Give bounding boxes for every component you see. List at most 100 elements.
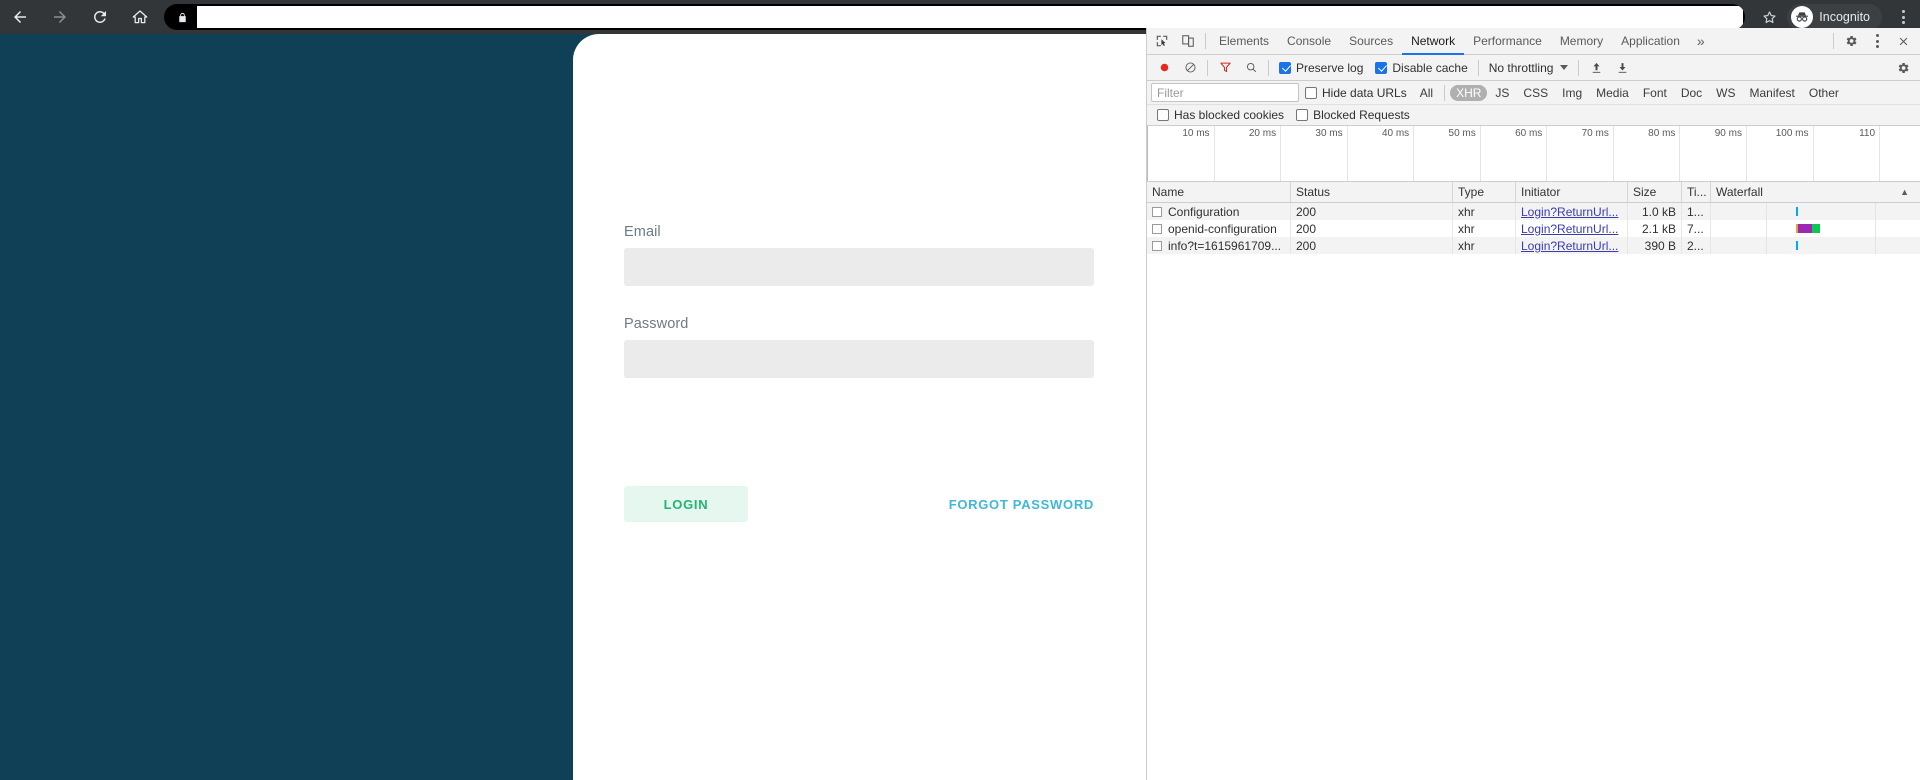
divider: [1205, 33, 1206, 49]
overview-tick-label: 70 ms: [1581, 128, 1609, 139]
filter-type-doc[interactable]: Doc: [1675, 85, 1708, 101]
cell-status: 200: [1291, 237, 1453, 254]
filter-input[interactable]: [1151, 83, 1299, 102]
initiator-link[interactable]: Login?ReturnUrl...: [1521, 222, 1618, 236]
column-header-size[interactable]: Size: [1628, 182, 1682, 202]
inspect-element-button[interactable]: [1149, 29, 1175, 54]
has-blocked-cookies-checkbox[interactable]: Has blocked cookies: [1157, 108, 1284, 122]
waterfall-segment: [1795, 207, 1798, 216]
preserve-log-checkbox[interactable]: Preserve log: [1279, 61, 1363, 75]
waterfall-gridline: [1765, 237, 1767, 254]
blocked-requests-checkbox[interactable]: Blocked Requests: [1296, 108, 1410, 122]
cell-status: 200: [1291, 220, 1453, 237]
overview-tick: 70 ms: [1547, 126, 1614, 181]
tab-network[interactable]: Network: [1402, 28, 1464, 55]
overview-tick-label: 50 ms: [1448, 128, 1476, 139]
column-header-time[interactable]: Ti...: [1682, 182, 1711, 202]
filter-type-img[interactable]: Img: [1556, 85, 1588, 101]
home-button[interactable]: [120, 0, 160, 34]
has-blocked-cookies-label: Has blocked cookies: [1174, 108, 1285, 122]
waterfall-segment: [1812, 224, 1820, 233]
filter-type-font[interactable]: Font: [1637, 85, 1673, 101]
overview-tick-label: 80 ms: [1648, 128, 1676, 139]
search-button[interactable]: [1238, 55, 1264, 80]
import-har-button[interactable]: [1583, 55, 1609, 80]
clear-button[interactable]: [1177, 55, 1203, 80]
cell-name[interactable]: Configuration: [1147, 203, 1291, 220]
tab-memory[interactable]: Memory: [1551, 28, 1612, 55]
login-actions: LOGIN FORGOT PASSWORD: [624, 486, 1094, 522]
email-input[interactable]: [624, 248, 1094, 286]
filter-type-ws[interactable]: WS: [1710, 85, 1741, 101]
table-row[interactable]: Configuration 200 xhr Login?ReturnUrl... 1.0…: [1147, 203, 1920, 220]
record-button[interactable]: [1151, 55, 1177, 80]
row-checkbox[interactable]: [1152, 240, 1162, 251]
filter-type-xhr[interactable]: XHR: [1450, 84, 1488, 101]
checkbox-box: [1296, 109, 1309, 121]
network-overview-timeline[interactable]: 10 ms 20 ms 30 ms 40 ms 50 ms 60 ms 70 ms 80 ms…: [1147, 126, 1920, 182]
password-label: Password: [624, 316, 689, 332]
filter-toggle-button[interactable]: [1212, 55, 1238, 80]
omnibox[interactable]: [164, 4, 1746, 30]
tab-performance[interactable]: Performance: [1464, 28, 1551, 55]
tab-elements[interactable]: Elements: [1210, 28, 1278, 55]
tab-console[interactable]: Console: [1278, 28, 1340, 55]
column-header-waterfall[interactable]: Waterfall ▲: [1711, 182, 1920, 202]
table-row[interactable]: info?t=1615961709... 200 xhr Login?ReturnUr…: [1147, 237, 1920, 254]
overview-tick: 110: [1814, 126, 1881, 181]
more-tabs-button[interactable]: »: [1689, 33, 1713, 49]
filter-type-css[interactable]: CSS: [1517, 85, 1554, 101]
disable-cache-checkbox[interactable]: Disable cache: [1375, 60, 1468, 75]
incognito-indicator[interactable]: Incognito: [1787, 4, 1882, 30]
waterfall-gridline: [1875, 220, 1877, 237]
filter-type-media[interactable]: Media: [1590, 85, 1635, 101]
devtools-settings-button[interactable]: [1838, 29, 1864, 54]
gear-icon: [1846, 35, 1857, 47]
lock-icon: [174, 9, 190, 25]
cell-type: xhr: [1453, 237, 1516, 254]
row-checkbox[interactable]: [1152, 223, 1162, 234]
tab-sources[interactable]: Sources: [1340, 28, 1402, 55]
cell-status: 200: [1291, 203, 1453, 220]
hide-data-urls-checkbox[interactable]: Hide data URLs: [1305, 86, 1407, 100]
password-input[interactable]: [624, 340, 1094, 378]
address-bar-input[interactable]: [197, 6, 1744, 28]
column-header-type[interactable]: Type: [1453, 182, 1516, 202]
initiator-link[interactable]: Login?ReturnUrl...: [1521, 239, 1618, 253]
incognito-icon: [1791, 6, 1814, 28]
cell-time: 2...: [1682, 237, 1711, 254]
table-body: Configuration 200 xhr Login?ReturnUrl... 1.0…: [1147, 203, 1920, 780]
cell-name[interactable]: openid-configuration: [1147, 220, 1291, 237]
export-har-button[interactable]: [1609, 55, 1635, 80]
filter-type-other[interactable]: Other: [1803, 85, 1845, 101]
filter-type-all[interactable]: All: [1414, 85, 1439, 101]
back-button[interactable]: [0, 0, 40, 34]
three-dot-menu-icon: [1901, 10, 1905, 24]
devtools-menu-button[interactable]: [1864, 29, 1890, 54]
devtools-close-button[interactable]: [1890, 29, 1916, 54]
filter-type-js[interactable]: JS: [1489, 85, 1515, 101]
table-row[interactable]: openid-configuration 200 xhr Login?ReturnUr…: [1147, 220, 1920, 237]
forward-button[interactable]: [40, 0, 80, 34]
initiator-link[interactable]: Login?ReturnUrl...: [1521, 205, 1618, 219]
tab-application[interactable]: Application: [1612, 28, 1689, 55]
row-checkbox[interactable]: [1152, 206, 1162, 217]
login-button[interactable]: LOGIN: [624, 486, 748, 522]
column-header-waterfall-label: Waterfall: [1716, 185, 1763, 199]
filter-type-manifest[interactable]: Manifest: [1744, 85, 1801, 101]
cell-initiator[interactable]: Login?ReturnUrl...: [1516, 237, 1628, 254]
blocked-requests-label: Blocked Requests: [1313, 108, 1410, 122]
three-dot-menu-icon: [1875, 34, 1879, 48]
cell-name[interactable]: info?t=1615961709...: [1147, 237, 1291, 254]
column-header-name[interactable]: Name: [1147, 182, 1291, 202]
device-toolbar-button[interactable]: [1175, 29, 1201, 54]
disable-cache-label: Disable cache: [1392, 60, 1468, 75]
throttling-select[interactable]: No throttling: [1489, 61, 1569, 75]
column-header-status[interactable]: Status: [1291, 182, 1453, 202]
cell-initiator[interactable]: Login?ReturnUrl...: [1516, 203, 1628, 220]
column-header-initiator[interactable]: Initiator: [1516, 182, 1628, 202]
reload-button[interactable]: [80, 0, 120, 34]
cell-initiator[interactable]: Login?ReturnUrl...: [1516, 220, 1628, 237]
network-settings-button[interactable]: [1890, 55, 1916, 80]
forgot-password-link[interactable]: FORGOT PASSWORD: [949, 497, 1094, 512]
